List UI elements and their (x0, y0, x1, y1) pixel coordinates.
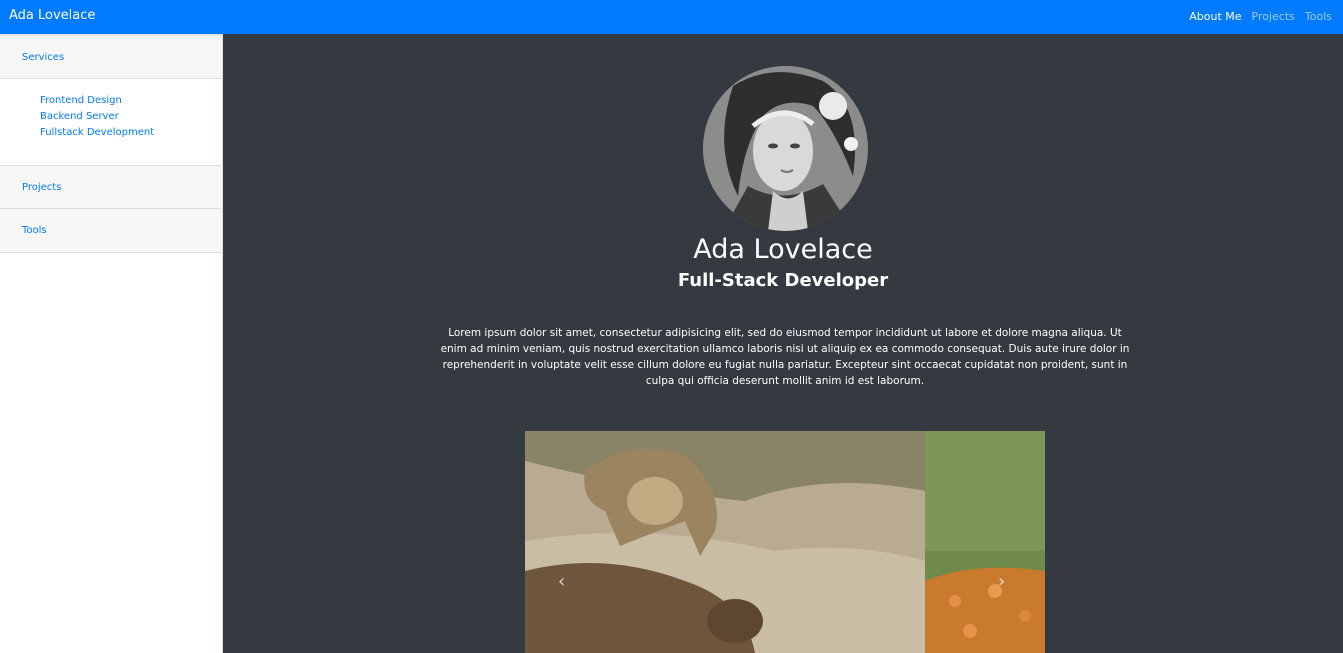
link-fullstack-development[interactable]: Fullstack Development (40, 125, 222, 141)
link-backend-server[interactable]: Backend Server (40, 109, 222, 125)
profile-name: Ada Lovelace (693, 234, 873, 265)
profile-bio: Lorem ipsum dolor sit amet, consectetur … (440, 327, 1130, 387)
portrait-image (703, 66, 868, 231)
navbar-brand[interactable]: Ada Lovelace (9, 8, 95, 23)
nav-link-tools[interactable]: Tools (1305, 10, 1332, 23)
carousel-prev-icon[interactable]: ‹ (558, 571, 565, 592)
top-navbar: Ada Lovelace About Me Projects Tools (0, 0, 1343, 34)
carousel-next-icon[interactable]: › (998, 571, 1005, 592)
accordion-header-services[interactable]: Services (0, 34, 222, 79)
navbar-links: About Me Projects Tools (1189, 10, 1332, 23)
nav-link-about-me[interactable]: About Me (1189, 10, 1241, 23)
link-frontend-design[interactable]: Frontend Design (40, 93, 222, 109)
carousel-slide-image (525, 431, 1045, 653)
main-content: Ada Lovelace Full-Stack Developer Lorem … (223, 34, 1343, 653)
accordion-header-tools[interactable]: Tools (0, 209, 222, 253)
accordion-header-projects[interactable]: Projects (0, 165, 222, 209)
image-carousel[interactable]: ‹ › (525, 431, 1045, 653)
sidebar-accordion: Services Frontend Design Backend Server … (0, 34, 223, 653)
nav-link-projects[interactable]: Projects (1252, 10, 1295, 23)
accordion-body-services: Frontend Design Backend Server Fullstack… (0, 79, 222, 165)
profile-avatar (703, 66, 868, 231)
profile-role: Full-Stack Developer (677, 270, 889, 291)
